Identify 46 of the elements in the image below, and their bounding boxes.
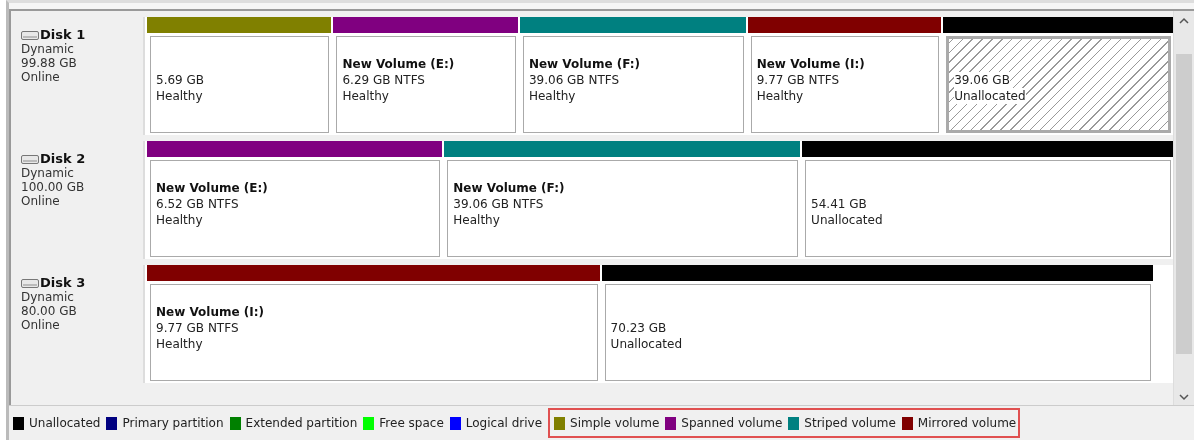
legend-label: Striped volume	[804, 416, 896, 430]
legend-label: Mirrored volume	[917, 416, 1017, 430]
scrollbar-thumb[interactable]	[1176, 54, 1192, 354]
volume-status: Unallocated	[954, 87, 1026, 104]
volume-name: New Volume (I:)	[156, 303, 265, 320]
volume-block[interactable]: New Volume (E:) 6.52 GB NTFS Healthy	[150, 160, 441, 257]
volume-name: New Volume (E:)	[342, 55, 455, 72]
scroll-down-icon[interactable]	[1179, 394, 1189, 401]
disk-drive-icon	[21, 153, 39, 164]
vertical-scrollbar[interactable]	[1173, 11, 1194, 405]
volume-name: New Volume (F:)	[528, 55, 640, 72]
volume-block[interactable]: New Volume (E:) 6.29 GB NTFS Healthy	[336, 36, 516, 133]
legend-label: Simple volume	[570, 416, 660, 430]
volume-block[interactable]: 54.41 GB Unallocated	[805, 160, 1171, 257]
disk-drive-icon	[21, 29, 39, 40]
volume-block[interactable]: 70.23 GB Unallocated	[604, 284, 1151, 381]
disk-type: Dynamic	[21, 290, 75, 304]
disk-capacity: 99.88 GB	[21, 56, 78, 70]
volume-block[interactable]: New Volume (F:) 39.06 GB NTFS Healthy	[447, 160, 799, 257]
disk-name: Disk 2	[40, 151, 86, 166]
disk-status: Online	[21, 194, 61, 208]
volume-size: 39.06 GB	[954, 71, 1010, 88]
legend-label: Logical drive	[465, 416, 543, 430]
legend-label: Unallocated	[29, 416, 101, 430]
disk-type: Dynamic	[21, 166, 75, 180]
disk-capacity: 100.00 GB	[21, 180, 86, 194]
volume-block[interactable]: New Volume (I:) 9.77 GB NTFS Healthy	[750, 36, 940, 133]
volume-block[interactable]: New Volume (F:) 39.06 GB NTFS Healthy	[522, 36, 744, 133]
volume-block[interactable]: New Volume (I:) 9.77 GB NTFS Healthy	[150, 284, 598, 381]
legend-label: Extended partition	[245, 416, 358, 430]
disk-name: Disk 1	[40, 27, 86, 42]
legend-label: Primary partition	[122, 416, 224, 430]
disk-capacity: 80.00 GB	[21, 304, 78, 318]
disk-status: Online	[21, 318, 61, 332]
volume-name: New Volume (F:)	[453, 179, 565, 196]
volume-name: New Volume (E:)	[156, 179, 268, 196]
legend-label: Free space	[379, 416, 444, 430]
disk-drive-icon	[21, 277, 39, 288]
volume-block[interactable]: 39.06 GB Unallocated	[946, 36, 1171, 133]
disk-status: Online	[21, 70, 61, 84]
disk-type: Dynamic	[21, 42, 75, 56]
volume-name: New Volume (I:)	[756, 55, 865, 72]
legend-label: Spanned volume	[681, 416, 783, 430]
scroll-up-icon[interactable]	[1179, 17, 1189, 24]
volume-block[interactable]: 5.69 GB Healthy	[150, 36, 330, 133]
disk-name: Disk 3	[40, 275, 86, 290]
